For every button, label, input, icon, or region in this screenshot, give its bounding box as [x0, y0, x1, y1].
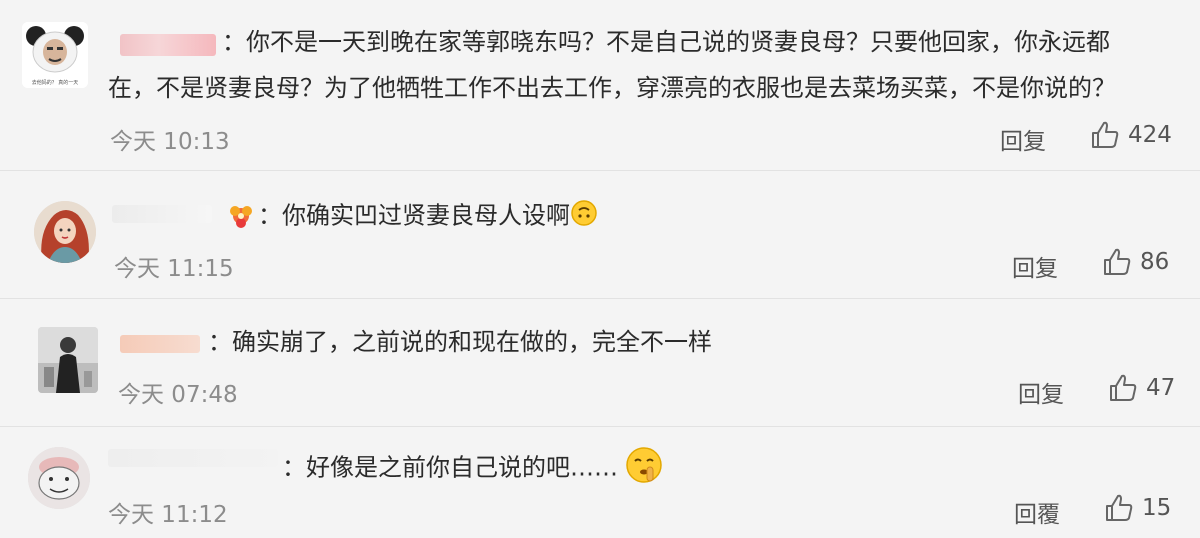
reply-button[interactable]: 回复: [1000, 122, 1046, 156]
panda-meme-avatar-image: 去他妈的？ 真的一天: [22, 22, 88, 88]
comment-item: ：你确实凹过贤妻良母人设啊 今天 11:15 回复 86: [0, 171, 1200, 298]
comment-text: 在，不是贤妻良母？为了他牺牲工作不出去工作，穿漂亮的衣服也是去菜场买菜，不是你说…: [108, 74, 1116, 102]
like-button[interactable]: 15: [1104, 493, 1171, 523]
comment-text: 你不是一天到晚在家等郭晓东吗？不是自己说的贤妻良母？只要他回家，你永远都: [246, 28, 1110, 56]
username-blurred[interactable]: [112, 205, 212, 223]
comment-text-line-1: ：你不是一天到晚在家等郭晓东吗？不是自己说的贤妻良母？只要他回家，你永远都: [222, 27, 1110, 57]
avatar[interactable]: [34, 201, 96, 263]
comment-text: 好像是之前你自己说的吧……: [306, 453, 618, 482]
username-blurred[interactable]: [108, 449, 278, 467]
illustrated-woman-avatar-image: [34, 201, 96, 263]
like-button[interactable]: 47: [1108, 373, 1175, 403]
like-count: 15: [1142, 495, 1172, 521]
comment-text-line-1: ：好像是之前你自己说的吧……: [282, 445, 664, 492]
like-button[interactable]: 86: [1102, 247, 1169, 277]
reply-button[interactable]: 回复: [1018, 375, 1064, 409]
avatar[interactable]: [38, 327, 98, 393]
username-blurred[interactable]: [120, 335, 200, 353]
comment-item: ：确实崩了，之前说的和现在做的，完全不一样 今天 07:48 回复 47: [0, 299, 1200, 426]
comment-text: 你确实凹过贤妻良母人设啊: [282, 201, 570, 230]
thumbs-up-icon: [1090, 120, 1120, 150]
separator: ：: [258, 201, 282, 230]
reply-button[interactable]: 回复: [1012, 249, 1058, 283]
separator: ：: [222, 28, 246, 56]
reply-button[interactable]: 回覆: [1014, 495, 1060, 529]
thumbs-up-icon: [1102, 247, 1132, 277]
timestamp: 今天 11:12: [108, 502, 228, 528]
comment-text-line-1: ：你确实凹过贤妻良母人设啊: [258, 199, 598, 234]
timestamp: 今天 07:48: [118, 382, 238, 408]
separator: ：: [282, 453, 306, 482]
upside-down-face-emoji: [570, 199, 598, 234]
avatar[interactable]: 去他妈的？ 真的一天: [22, 22, 88, 88]
avatar-caption: 去他妈的？ 真的一天: [32, 79, 79, 86]
photo-person-avatar-image: [38, 327, 98, 393]
flower-badge-icon: [226, 201, 256, 231]
avatar[interactable]: [28, 447, 90, 509]
comment-text-line-1: ：确实崩了，之前说的和现在做的，完全不一样: [208, 327, 712, 357]
comment-item: ：好像是之前你自己说的吧…… 今天 11:12 回覆 15: [0, 427, 1200, 538]
like-count: 86: [1140, 249, 1170, 275]
thumbs-up-icon: [1104, 493, 1134, 523]
comment-text: 确实崩了，之前说的和现在做的，完全不一样: [232, 328, 712, 356]
shushing-face-emoji: [624, 445, 664, 492]
timestamp: 今天 10:13: [110, 129, 230, 155]
thumbs-up-icon: [1108, 373, 1138, 403]
timestamp: 今天 11:15: [114, 256, 234, 282]
separator: ：: [208, 328, 232, 356]
username-blurred[interactable]: [120, 34, 216, 56]
comment-text-line-2: 在，不是贤妻良母？为了他牺牲工作不出去工作，穿漂亮的衣服也是去菜场买菜，不是你说…: [108, 73, 1116, 103]
like-count: 47: [1146, 375, 1176, 401]
comment-item: 去他妈的？ 真的一天 ：你不是一天到晚在家等郭晓东吗？不是自己说的贤妻良母？只要…: [0, 0, 1200, 170]
like-button[interactable]: 424: [1090, 120, 1172, 150]
cartoon-frog-avatar-image: [28, 447, 90, 509]
like-count: 424: [1128, 122, 1172, 148]
